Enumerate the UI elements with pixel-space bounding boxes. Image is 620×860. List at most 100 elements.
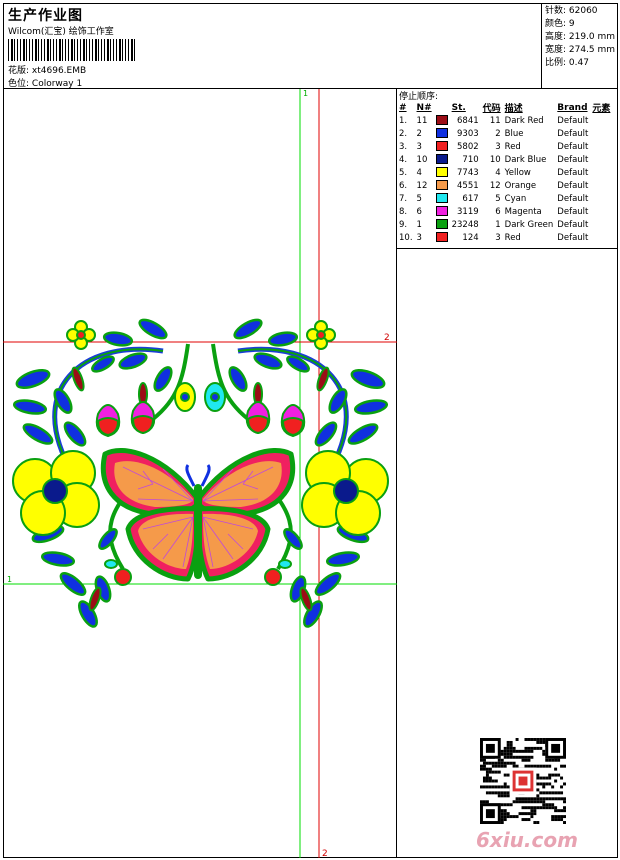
cell-index: 2. bbox=[399, 128, 408, 139]
cell-description: Orange bbox=[504, 180, 537, 191]
cell-index: 9. bbox=[399, 219, 408, 230]
cell-code: 3 bbox=[495, 141, 501, 152]
col-description: 描述 bbox=[504, 104, 523, 114]
cell-index: 10. bbox=[399, 232, 413, 243]
cell-brand: Default bbox=[557, 232, 589, 243]
cell-stitches: 7743 bbox=[457, 167, 479, 178]
page-title: 生产作业图 bbox=[8, 8, 83, 24]
stop-sequence-table: # N# St. 代码 描述 Brand 元素 1. 11 6841 11 Dark R… bbox=[397, 101, 612, 244]
cell-needle: 10 bbox=[416, 154, 428, 165]
cell-code: 11 bbox=[489, 115, 501, 126]
cell-code: 5 bbox=[495, 193, 501, 204]
cell-swatch bbox=[434, 179, 450, 192]
cell-code: 6 bbox=[495, 206, 501, 217]
cell-needle: 6 bbox=[416, 206, 422, 217]
cell-description: Red bbox=[504, 141, 521, 152]
cell-brand: Default bbox=[557, 141, 589, 152]
col-code: 代码 bbox=[482, 104, 501, 114]
cell-description: Dark Blue bbox=[504, 154, 547, 165]
design-width: 宽度: 274.5 mm bbox=[545, 45, 616, 55]
color-swatch bbox=[435, 206, 448, 217]
col-stitches: St. bbox=[451, 102, 466, 113]
cell-description: Blue bbox=[504, 128, 524, 139]
cell-brand: Default bbox=[557, 128, 589, 139]
cell-needle: 1 bbox=[416, 219, 422, 230]
cell-stitches: 5802 bbox=[457, 141, 479, 152]
cell-stitches: 124 bbox=[462, 232, 479, 243]
cell-element bbox=[590, 218, 612, 231]
stitch-count: 针数: 62060 bbox=[545, 6, 598, 16]
cell-needle: 2 bbox=[416, 128, 422, 139]
color-swatch bbox=[435, 154, 448, 165]
stats-panel: 针数: 62060 颜色: 9 高度: 219.0 mm 宽度: 274.5 m… bbox=[541, 3, 618, 88]
cell-index: 5. bbox=[399, 167, 408, 178]
stop-sequence-panel: 停止顺序: # N# St. 代码 描述 Brand 元素 1. 11 6841 11… bbox=[397, 89, 618, 249]
color-swatch bbox=[435, 141, 448, 152]
colorway-value: Colorway 1 bbox=[31, 79, 83, 89]
cell-needle: 4 bbox=[416, 167, 422, 178]
table-row: 10. 3 124 3 Red Default bbox=[397, 231, 612, 244]
header: 生产作业图 Wilcom(汇宝) 绘饰工作室 花版: xt4696.EMB 色位… bbox=[3, 3, 618, 89]
cell-code: 4 bbox=[495, 167, 501, 178]
embroidery-artwork: 1 2 1 2 bbox=[3, 89, 397, 858]
cell-swatch bbox=[434, 192, 450, 205]
cell-element bbox=[590, 179, 612, 192]
company-name: Wilcom(汇宝) 绘饰工作室 bbox=[8, 27, 114, 37]
guide-label-red-right: 2 bbox=[384, 333, 390, 343]
cell-brand: Default bbox=[557, 180, 589, 191]
cell-code: 2 bbox=[495, 128, 501, 139]
color-count: 颜色: 9 bbox=[545, 19, 575, 29]
cell-description: Red bbox=[504, 232, 521, 243]
design-height: 高度: 219.0 mm bbox=[545, 32, 616, 42]
cell-element bbox=[590, 114, 612, 127]
cell-needle: 12 bbox=[416, 180, 428, 191]
cell-brand: Default bbox=[557, 193, 589, 204]
table-row: 1. 11 6841 11 Dark Red Default bbox=[397, 114, 612, 127]
col-brand: Brand bbox=[557, 102, 588, 113]
cell-index: 4. bbox=[399, 154, 408, 165]
cell-description: Yellow bbox=[504, 167, 531, 178]
cell-swatch bbox=[434, 127, 450, 140]
cell-description: Cyan bbox=[504, 193, 527, 204]
cell-element bbox=[590, 153, 612, 166]
cell-swatch bbox=[434, 218, 450, 231]
col-index: # bbox=[399, 102, 407, 113]
cell-swatch bbox=[434, 205, 450, 218]
cell-needle: 3 bbox=[416, 141, 422, 152]
col-needle: N# bbox=[416, 102, 432, 113]
color-swatch bbox=[435, 193, 448, 204]
cell-element bbox=[590, 205, 612, 218]
guide-label-green-left: 1 bbox=[7, 575, 12, 584]
cell-stitches: 9303 bbox=[457, 128, 479, 139]
cell-element bbox=[590, 192, 612, 205]
cell-swatch bbox=[434, 153, 450, 166]
design-field: 花版: xt4696.EMB bbox=[8, 63, 86, 76]
cell-element bbox=[590, 140, 612, 153]
cell-index: 6. bbox=[399, 180, 408, 191]
sequence-header-row: # N# St. 代码 描述 Brand 元素 bbox=[397, 101, 612, 115]
cell-description: Magenta bbox=[504, 206, 542, 217]
colorway-label: 色位: bbox=[8, 79, 30, 89]
cell-stitches: 3119 bbox=[457, 206, 479, 217]
cell-code: 3 bbox=[495, 232, 501, 243]
design-label: 花版: bbox=[8, 66, 30, 76]
barcode bbox=[8, 39, 136, 61]
cell-stitches: 710 bbox=[462, 154, 479, 165]
cell-swatch bbox=[434, 140, 450, 153]
colorway-field: 色位: Colorway 1 bbox=[8, 76, 82, 89]
cell-needle: 3 bbox=[416, 232, 422, 243]
design-scale: 比例: 0.47 bbox=[545, 58, 589, 68]
table-row: 7. 5 617 5 Cyan Default bbox=[397, 192, 612, 205]
table-row: 8. 6 3119 6 Magenta Default bbox=[397, 205, 612, 218]
cell-brand: Default bbox=[557, 167, 589, 178]
cell-needle: 5 bbox=[416, 193, 422, 204]
cell-brand: Default bbox=[557, 206, 589, 217]
col-swatch bbox=[434, 101, 450, 114]
cell-code: 1 bbox=[495, 219, 501, 230]
cell-stitches: 23248 bbox=[451, 219, 479, 230]
cell-description: Dark Red bbox=[504, 115, 544, 126]
table-row: 3. 3 5802 3 Red Default bbox=[397, 140, 612, 153]
cell-index: 8. bbox=[399, 206, 408, 217]
cell-brand: Default bbox=[557, 154, 589, 165]
table-row: 2. 2 9303 2 Blue Default bbox=[397, 127, 612, 140]
